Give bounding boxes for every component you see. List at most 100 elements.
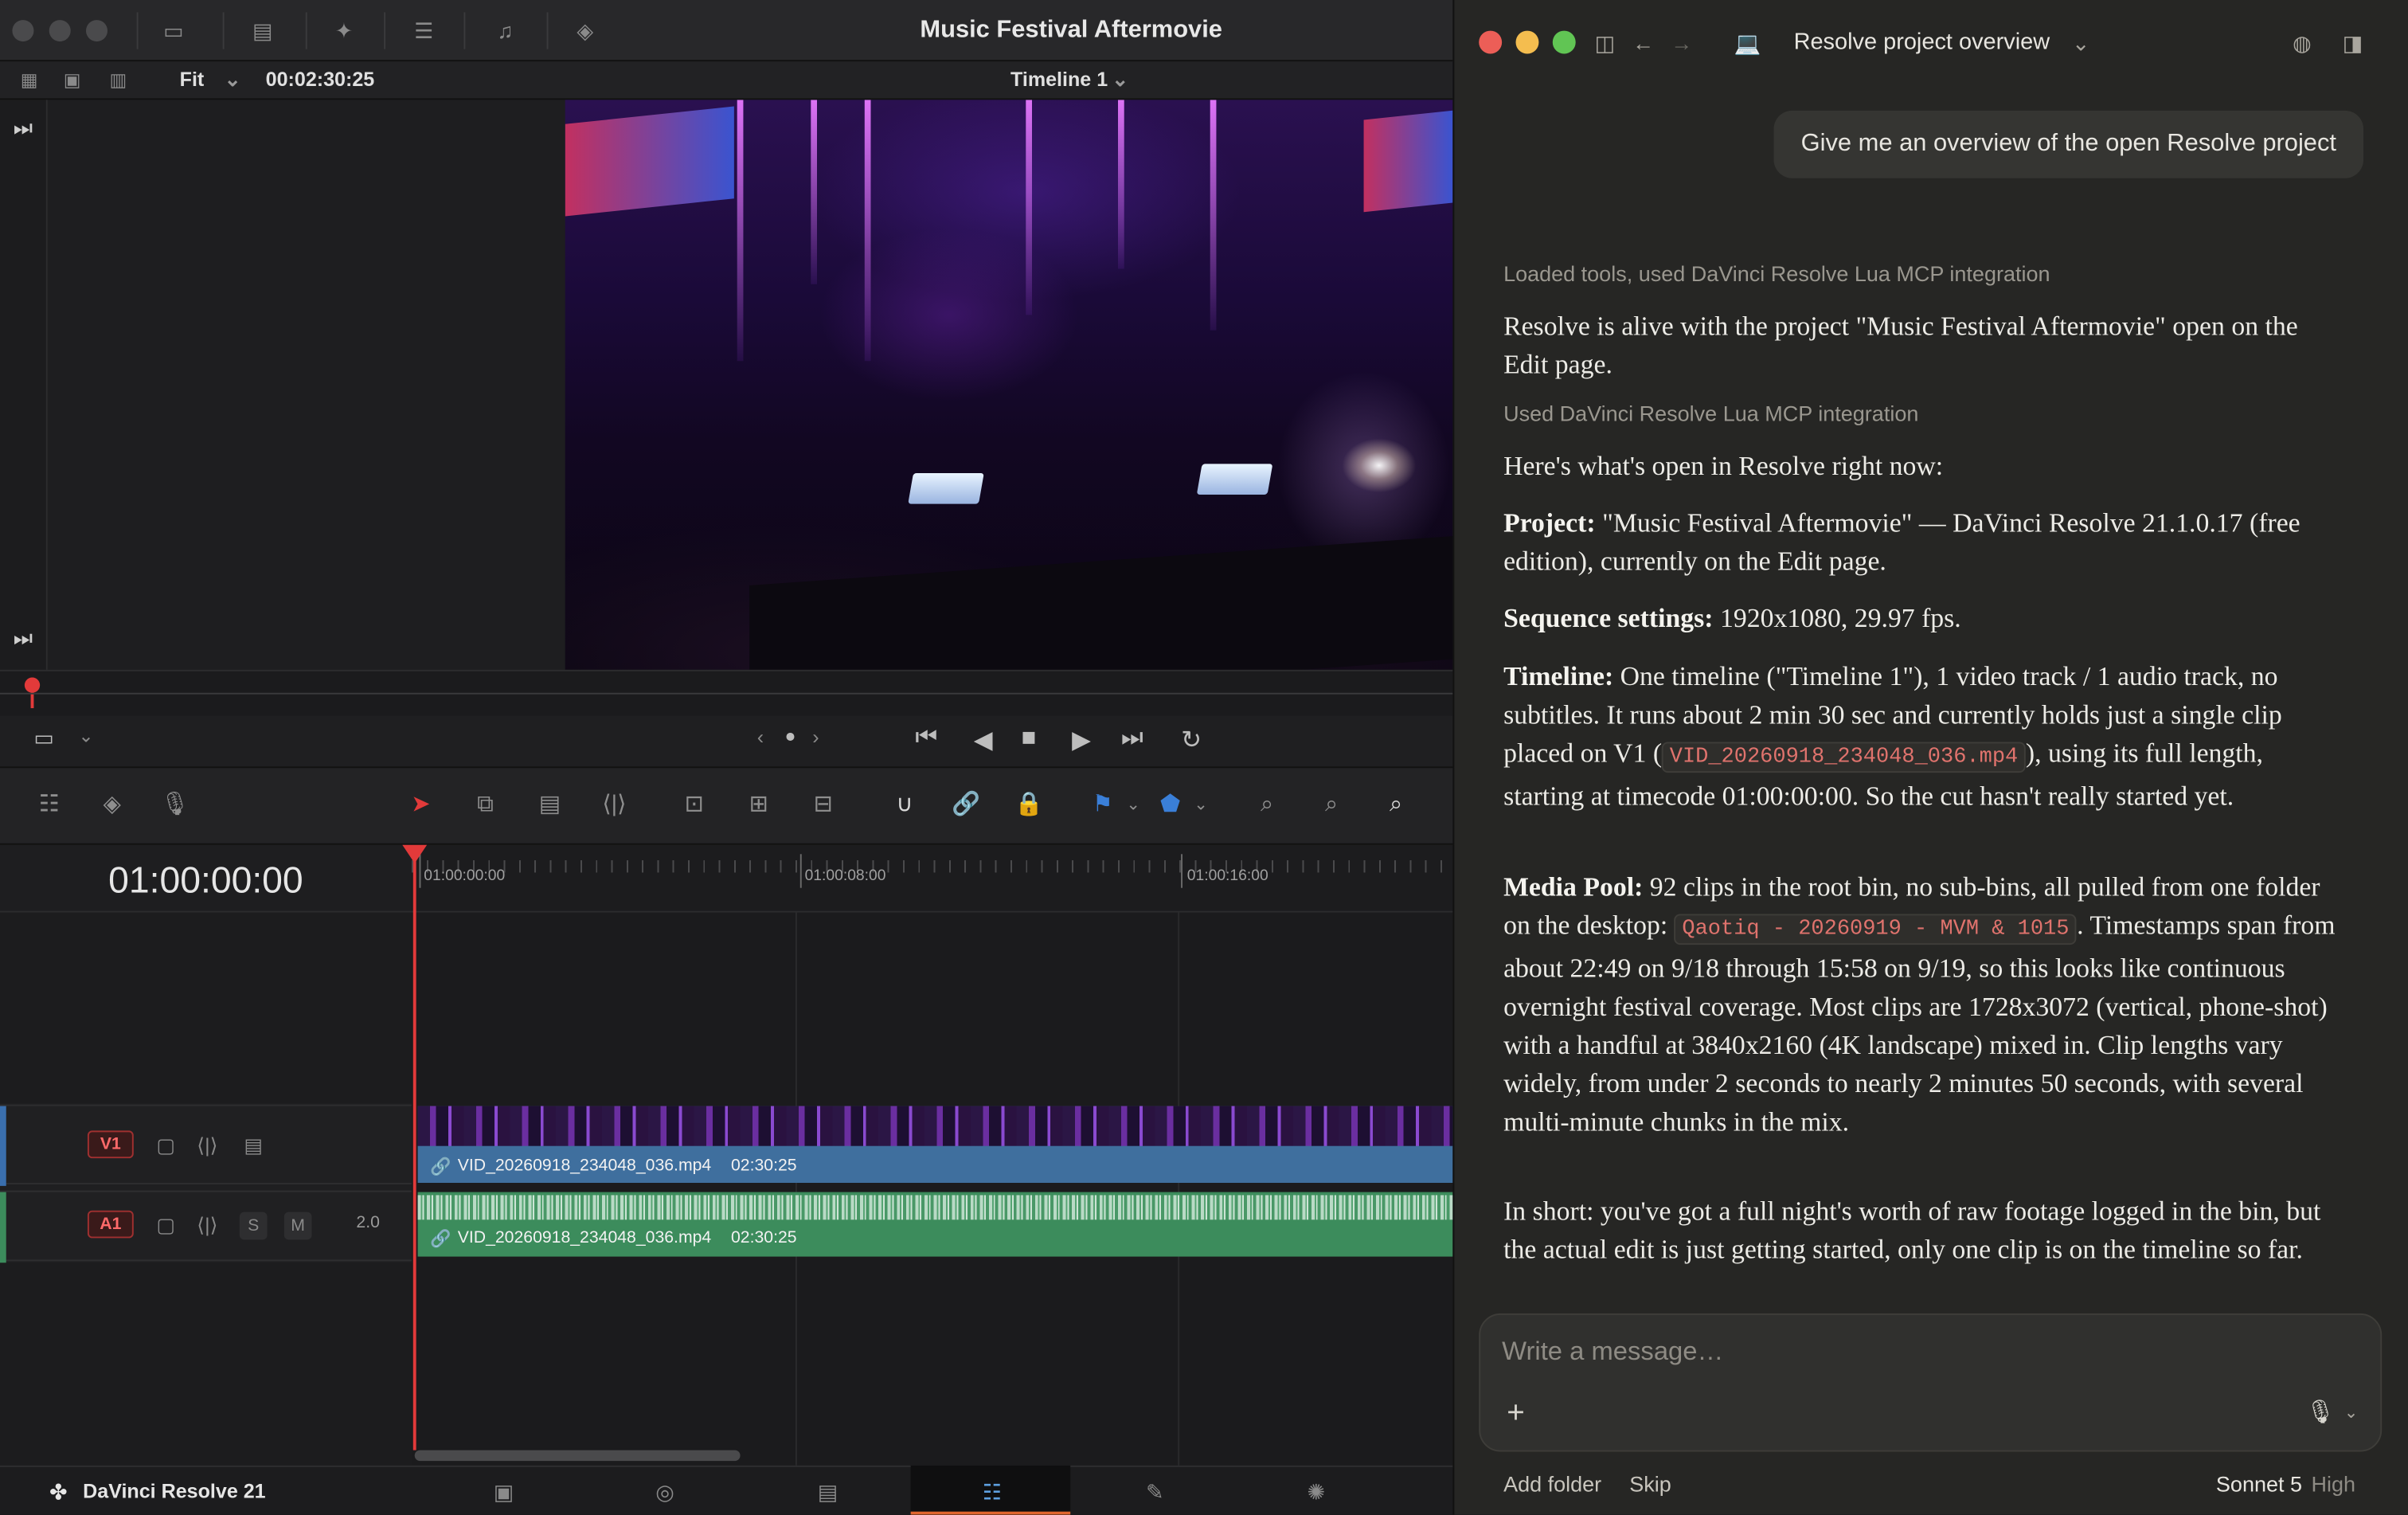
ruler-label: 01:00:08:00 [804, 867, 886, 885]
chevron-down-icon[interactable]: ⌄ [225, 68, 241, 92]
chevron-down-icon[interactable]: ⌄ [2336, 1398, 2367, 1429]
window-close-button[interactable] [12, 20, 34, 42]
panel-toggle-icon[interactable]: ◨ [2337, 28, 2368, 59]
chevron-down-icon[interactable]: ⌄ [78, 725, 93, 746]
auto-select-icon[interactable]: ⟨|⟩ [194, 1212, 221, 1240]
insert-clip-icon[interactable]: ⊡ [676, 789, 713, 820]
lock-icon[interactable]: ▢ [152, 1132, 180, 1160]
link-icon: 🔗 [429, 1230, 452, 1249]
zoom-detail-icon[interactable]: ⌕ [1313, 789, 1350, 820]
ruler-tick [799, 854, 802, 888]
microphone-icon[interactable]: 🎙 [2305, 1398, 2336, 1429]
resolve-logo-icon: ✤ [49, 1479, 68, 1505]
jog-right-icon[interactable]: › [812, 725, 819, 748]
overwrite-clip-icon[interactable]: ⊞ [741, 789, 777, 820]
link-icon[interactable]: 🔗 [948, 789, 984, 820]
media-pool-icon[interactable]: ▤ [246, 15, 280, 46]
effort-selector[interactable]: High [2311, 1472, 2355, 1497]
effects-wand-icon[interactable]: ✦ [327, 15, 361, 46]
chevron-down-icon[interactable]: ⌄ [1112, 68, 1128, 92]
project-label: Project: [1503, 507, 1596, 538]
cut-page-icon[interactable]: ◎ [647, 1478, 683, 1505]
timeline-scrollbar[interactable] [414, 1450, 741, 1462]
plus-icon[interactable]: + [1500, 1398, 1531, 1429]
lock-icon[interactable]: ▢ [152, 1212, 180, 1240]
color-page-icon[interactable]: ✎ [1136, 1478, 1173, 1505]
jog-icon[interactable]: ● [784, 725, 796, 746]
viewer-scrubber[interactable] [0, 669, 1453, 716]
media-page-icon[interactable]: ▣ [485, 1478, 522, 1505]
microphone-icon[interactable]: 🎙 [157, 789, 194, 820]
window-minimize-button[interactable] [49, 20, 71, 42]
laptop-icon[interactable]: 💻 [1732, 28, 1763, 59]
skip-to-end-icon[interactable]: ⏭ [6, 622, 40, 653]
conversation-title[interactable]: Resolve project overview [1794, 29, 2050, 56]
chevron-down-icon[interactable]: ⌄ [2066, 28, 2097, 59]
message-input[interactable] [1502, 1334, 2239, 1369]
skip-button[interactable]: Skip [1629, 1472, 1671, 1497]
playhead[interactable] [412, 848, 416, 1450]
window-zoom-button[interactable] [1552, 30, 1576, 54]
monitor-icon[interactable]: ▭ [157, 15, 190, 46]
timeline-track-area[interactable] [411, 912, 1453, 1466]
timeline-page-icon[interactable]: ☷ [974, 1478, 1010, 1505]
window-zoom-button[interactable] [85, 20, 108, 42]
keyframe-icon[interactable]: ◈ [569, 15, 602, 46]
resolve-window: ▭ ▤ ✦ ☰ ♫ ◈ Music Festival Aftermovie ▦ … [0, 0, 1453, 1515]
loop-icon[interactable]: ↻ [1181, 725, 1202, 756]
globe-icon[interactable]: ◍ [2287, 28, 2318, 59]
auto-select-icon[interactable]: ⟨|⟩ [194, 1132, 221, 1160]
blade-tool-icon[interactable]: ⟨|⟩ [596, 789, 632, 820]
grid-view-icon[interactable]: ▥ [101, 65, 135, 96]
zoom-full-icon[interactable]: ⌕ [1249, 789, 1285, 820]
timeline-ruler[interactable] [411, 844, 1453, 913]
zoom-select[interactable]: Fit [180, 68, 205, 91]
snapping-icon[interactable]: ∪ [886, 789, 923, 820]
fusion-page-icon[interactable]: ✺ [1298, 1478, 1335, 1505]
track-enable-icon[interactable]: ▤ [240, 1132, 268, 1160]
crop-icon[interactable]: ▭ [33, 725, 54, 751]
trim-tool-icon[interactable]: ⧉ [467, 789, 503, 820]
stop-icon[interactable]: ■ [1021, 725, 1036, 753]
first-frame-icon[interactable]: ⏮ [915, 725, 937, 753]
track-id-a1[interactable]: A1 [87, 1210, 134, 1239]
sidebar-toggle-icon[interactable]: ◫ [1589, 28, 1620, 59]
last-frame-icon[interactable]: ⏭ [1121, 725, 1143, 753]
add-folder-button[interactable]: Add folder [1503, 1472, 1601, 1497]
keyframe-icon[interactable]: ◈ [94, 789, 131, 820]
tool-usage-note[interactable]: Used DaVinci Resolve Lua MCP integration [1503, 401, 1918, 425]
timeline-label: Timeline: [1503, 660, 1614, 691]
response-paragraph: Here's what's open in Resolve right now: [1503, 450, 1944, 481]
track-id-v1[interactable]: V1 [87, 1130, 134, 1159]
play-reverse-icon[interactable]: ◀ [974, 725, 993, 756]
window-minimize-button[interactable] [1515, 30, 1539, 54]
model-selector[interactable]: Sonnet 5 [2216, 1472, 2302, 1497]
project-text: "Music Festival Aftermovie" — DaVinci Re… [1503, 507, 2300, 577]
replace-clip-icon[interactable]: ⊟ [805, 789, 842, 820]
timeline-selector[interactable]: Timeline 1 [1010, 68, 1108, 91]
zoom-custom-icon[interactable]: ⌕ [1378, 789, 1414, 820]
jog-left-icon[interactable]: ‹ [757, 725, 764, 748]
tool-usage-note[interactable]: Loaded tools, used DaVinci Resolve Lua M… [1503, 261, 2050, 286]
chevron-down-icon[interactable]: ⌄ [1115, 789, 1151, 820]
play-icon[interactable]: ▶ [1072, 725, 1091, 756]
layout-icon[interactable]: ▦ [12, 65, 45, 96]
mute-button[interactable]: M [283, 1212, 312, 1240]
back-arrow-icon[interactable]: ← [1628, 28, 1659, 59]
window-close-button[interactable] [1479, 30, 1503, 54]
solo-button[interactable]: S [239, 1212, 268, 1240]
link-icon: 🔗 [429, 1158, 452, 1177]
playhead-handle[interactable] [402, 844, 428, 863]
edit-index-icon[interactable]: ☰ [407, 15, 440, 46]
chevron-down-icon[interactable]: ⌄ [1182, 789, 1219, 820]
folder-name-code: Qaotiq - 20260919 - MVM & 1015 [1674, 914, 2078, 945]
sound-library-icon[interactable]: ♫ [488, 15, 522, 46]
edit-page-icon[interactable]: ▤ [809, 1478, 846, 1505]
clip-view-icon[interactable]: ▣ [55, 65, 88, 96]
timeline-options-icon[interactable]: ☷ [31, 789, 68, 820]
dynamic-trim-icon[interactable]: ▤ [531, 789, 568, 820]
forward-arrow-icon[interactable]: → [1666, 28, 1697, 59]
skip-to-start-icon[interactable]: ⏭ [6, 112, 40, 143]
lock-icon[interactable]: 🔒 [1010, 789, 1047, 820]
selection-tool-icon[interactable]: ➤ [402, 789, 439, 820]
